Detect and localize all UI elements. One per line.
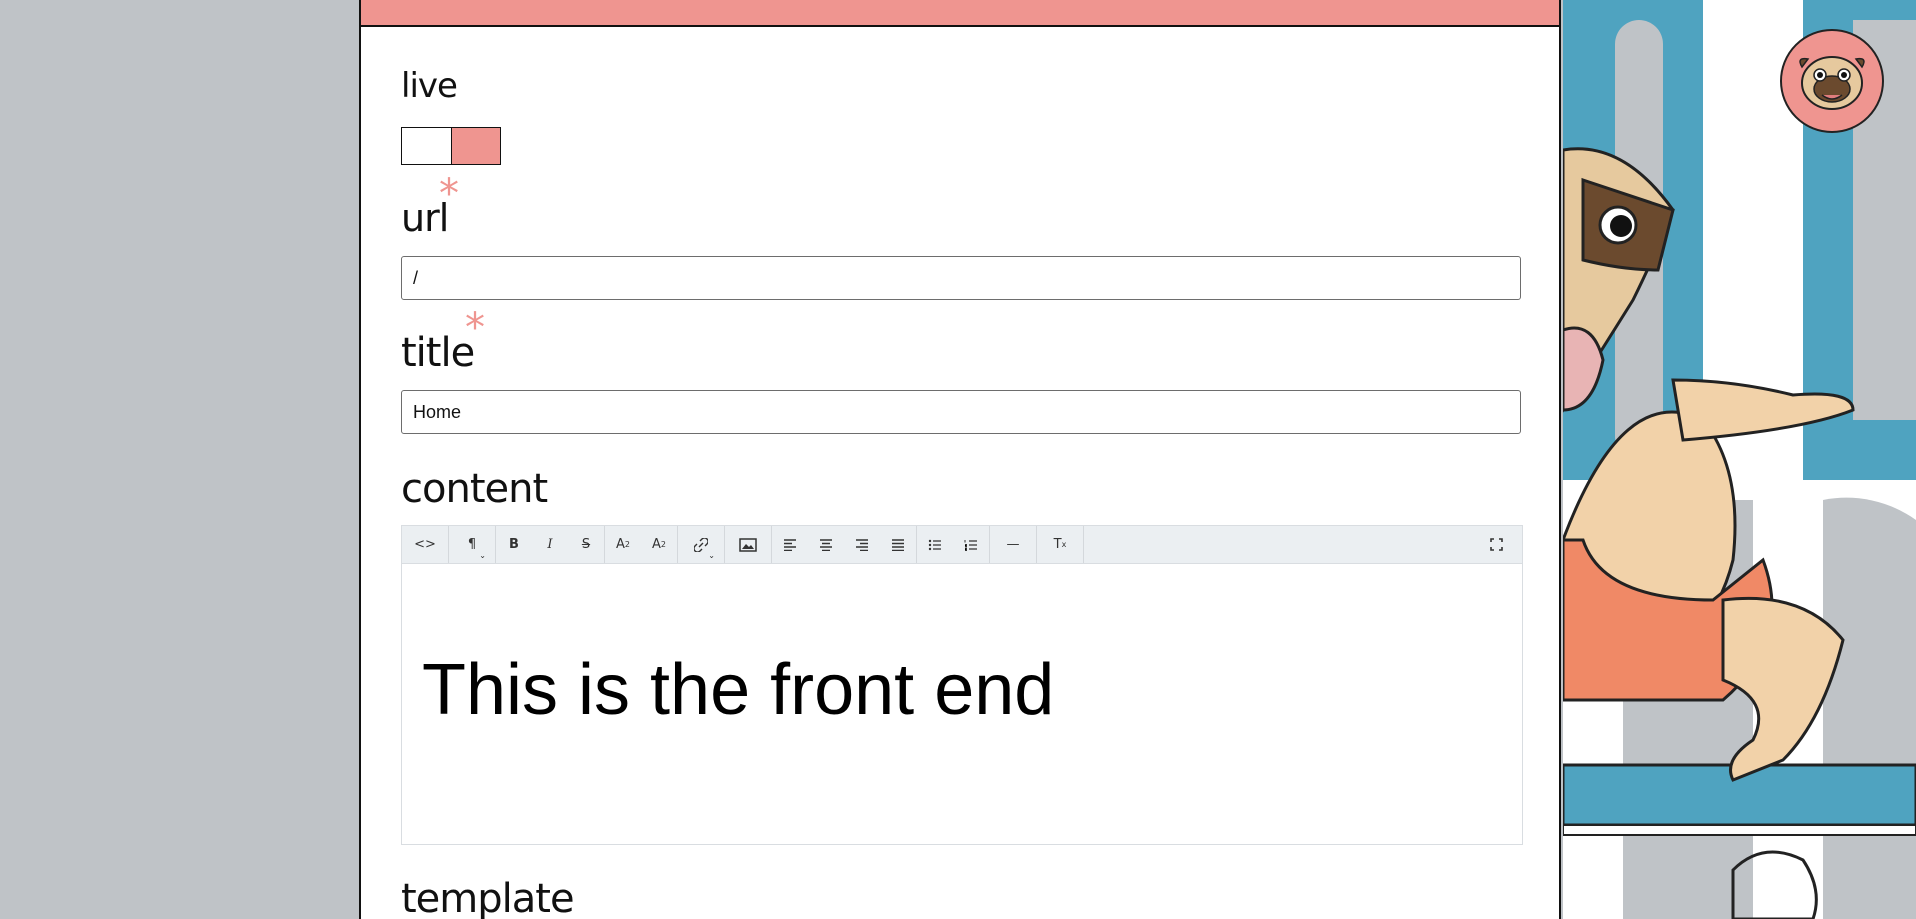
content-label: content	[401, 466, 548, 512]
link-icon[interactable]: ⌄	[678, 526, 724, 563]
pug-avatar-icon	[1799, 56, 1865, 110]
align-left-icon[interactable]	[772, 526, 808, 563]
strikethrough-icon[interactable]: S	[568, 526, 604, 563]
numbered-list-icon[interactable]	[953, 526, 989, 563]
superscript-icon[interactable]: A2	[605, 526, 641, 563]
panel-header-bar	[361, 0, 1559, 27]
title-label: title *	[401, 308, 485, 376]
toolbar-right	[1478, 526, 1514, 563]
toolbar-group: <>	[402, 526, 449, 563]
url-input[interactable]	[401, 256, 1521, 300]
toggle-on-half	[450, 128, 500, 164]
code-view-icon[interactable]: <>	[402, 526, 448, 563]
toolbar-group	[917, 526, 990, 563]
subscript-icon[interactable]: A2	[641, 526, 677, 563]
fullscreen-icon[interactable]	[1478, 526, 1514, 563]
edit-panel: live url * title * content <> ¶⌄ B I S	[359, 0, 1561, 919]
toggle-off-half	[402, 128, 451, 164]
align-justify-icon[interactable]	[880, 526, 916, 563]
toolbar-group: ⌄	[678, 526, 725, 563]
align-center-icon[interactable]	[808, 526, 844, 563]
toolbar-group: B I S	[496, 526, 605, 563]
editor-heading-text: This is the front end	[422, 650, 1055, 730]
toolbar-group: Tx	[1037, 526, 1084, 563]
url-label: url *	[401, 174, 459, 240]
editor-toolbar: <> ¶ ⌄ B I S A2 A2 ⌄ — T x	[402, 526, 1522, 564]
template-label: template	[401, 876, 575, 919]
toolbar-group: A2 A2	[605, 526, 678, 563]
italic-icon[interactable]: I	[532, 526, 568, 563]
required-asterisk: *	[465, 305, 485, 351]
paragraph-format-icon[interactable]: ¶ ⌄	[449, 526, 495, 563]
image-icon[interactable]	[725, 526, 771, 563]
toolbar-group: —	[990, 526, 1037, 563]
bulleted-list-icon[interactable]	[917, 526, 953, 563]
bold-icon[interactable]: B	[496, 526, 532, 563]
editor-content-area[interactable]: This is the front end	[402, 564, 1522, 726]
decorative-backdrop	[1563, 0, 1916, 919]
toolbar-group	[725, 526, 772, 563]
live-label: live	[401, 66, 458, 106]
user-avatar[interactable]	[1780, 29, 1884, 133]
title-input[interactable]	[401, 390, 1521, 434]
title-label-text: title	[401, 330, 475, 376]
toolbar-group: ¶ ⌄	[449, 526, 496, 563]
live-toggle[interactable]	[401, 127, 501, 165]
toolbar-group	[772, 526, 917, 563]
horizontal-rule-icon[interactable]: —	[990, 526, 1036, 563]
pug-illustration-icon	[1563, 0, 1916, 919]
required-asterisk: *	[439, 171, 459, 217]
rich-text-editor: <> ¶ ⌄ B I S A2 A2 ⌄ — T x This is the f…	[401, 525, 1523, 845]
align-right-icon[interactable]	[844, 526, 880, 563]
clear-formatting-icon[interactable]: Tx	[1037, 526, 1083, 563]
page-gutter	[0, 0, 359, 919]
